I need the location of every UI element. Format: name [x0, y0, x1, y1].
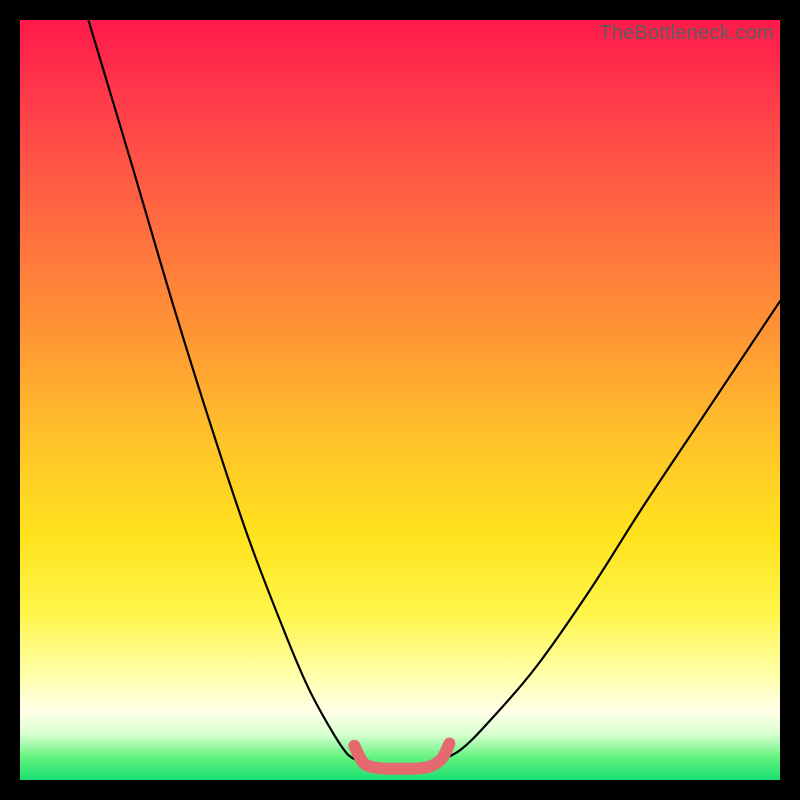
chart-frame: TheBottleneck.com: [0, 0, 800, 800]
plot-area: TheBottleneck.com: [20, 20, 780, 780]
left-curve: [88, 20, 358, 761]
right-curve: [438, 301, 780, 761]
base-highlight: [354, 744, 449, 769]
curve-svg: [20, 20, 780, 780]
